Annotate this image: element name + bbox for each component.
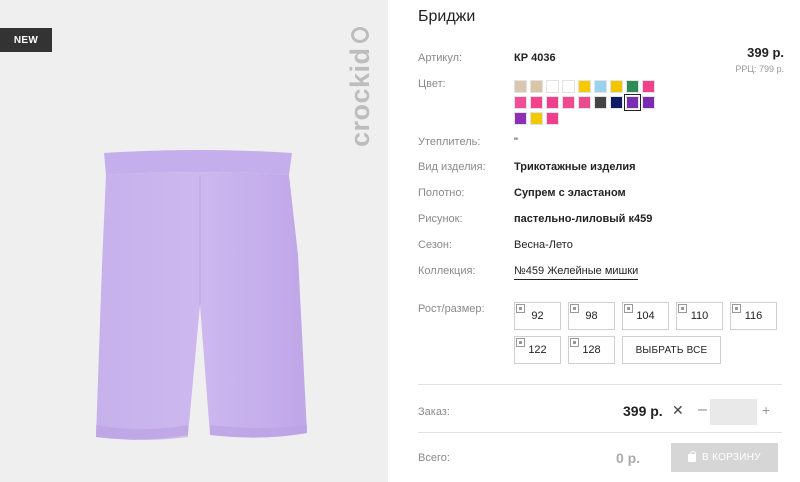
product-price: 399 р. — [747, 45, 784, 60]
size-label: 98 — [585, 310, 598, 322]
color-swatch[interactable] — [546, 112, 559, 125]
color-swatch[interactable] — [594, 96, 607, 109]
size-button[interactable]: 128 — [568, 336, 615, 364]
size-button[interactable]: 92 — [514, 302, 561, 330]
add-to-cart-button[interactable]: В КОРЗИНУ — [671, 443, 778, 472]
color-swatches — [514, 80, 664, 125]
product-photo[interactable]: NEW crockid — [0, 0, 388, 482]
brand-ring-icon — [351, 27, 369, 44]
divider — [418, 432, 782, 433]
color-swatch[interactable] — [562, 96, 575, 109]
attribute-label: Вид изделия: — [418, 161, 486, 173]
brand-text: crockid — [344, 47, 375, 147]
size-label: 116 — [744, 310, 763, 322]
checkbox-icon — [678, 304, 687, 313]
color-swatch[interactable] — [578, 96, 591, 109]
size-button[interactable]: 104 — [622, 302, 669, 330]
color-swatch[interactable] — [546, 96, 559, 109]
size-label: Рост/размер: — [418, 303, 485, 315]
total-price: 0 р. — [616, 450, 641, 466]
brand-watermark: crockid — [345, 27, 375, 147]
attribute-label: Утеплитель: — [418, 136, 481, 148]
color-swatch[interactable] — [642, 80, 655, 93]
new-badge: NEW — [0, 28, 52, 52]
size-button[interactable]: 116 — [730, 302, 777, 330]
checkbox-icon — [624, 304, 633, 313]
order-price: 399 р. — [623, 403, 663, 419]
attribute-value: Трикотажные изделия — [514, 161, 636, 173]
size-button[interactable]: 98 — [568, 302, 615, 330]
sku-label: Артикул: — [418, 52, 463, 64]
attribute-value: Супрем с эластаном — [514, 187, 626, 199]
add-to-cart-label: В КОРЗИНУ — [702, 452, 761, 463]
color-swatch[interactable] — [578, 80, 591, 93]
size-label: 110 — [690, 310, 709, 322]
size-button[interactable]: 110 — [676, 302, 723, 330]
color-swatch[interactable] — [514, 96, 527, 109]
attribute-value: " — [514, 136, 518, 148]
pants-image — [96, 150, 307, 440]
attribute-value: пастельно-лиловый к459 — [514, 213, 653, 225]
color-swatch[interactable] — [514, 112, 527, 125]
shopping-bag-icon — [688, 450, 697, 462]
color-swatch[interactable] — [530, 112, 543, 125]
color-swatch[interactable] — [610, 96, 623, 109]
color-swatch[interactable] — [642, 96, 655, 109]
color-swatch[interactable] — [530, 96, 543, 109]
product-title: Бриджи — [418, 8, 476, 25]
color-swatch[interactable] — [624, 94, 641, 111]
color-label: Цвет: — [418, 78, 446, 90]
attribute-label: Рисунок: — [418, 213, 463, 225]
total-label: Всего: — [418, 452, 450, 464]
attribute-label: Сезон: — [418, 239, 452, 251]
color-swatch[interactable] — [546, 80, 559, 93]
sku-value: КР 4036 — [514, 52, 556, 64]
color-swatch[interactable] — [514, 80, 527, 93]
size-label: 92 — [531, 310, 544, 322]
checkbox-icon — [570, 304, 579, 313]
increase-quantity-button[interactable]: + — [762, 402, 770, 418]
color-swatch[interactable] — [562, 80, 575, 93]
quantity-input[interactable] — [710, 399, 757, 425]
decrease-quantity-button[interactable]: – — [698, 401, 707, 419]
color-swatch[interactable] — [626, 80, 639, 93]
size-button[interactable]: 122 — [514, 336, 561, 364]
collection-link[interactable]: №459 Желейные мишки — [514, 265, 639, 280]
attribute-label: Полотно: — [418, 187, 465, 199]
checkbox-icon — [516, 304, 525, 313]
recommended-price: РРЦ: 799 р. — [735, 64, 784, 74]
attribute-value: Весна-Лето — [514, 239, 573, 251]
collection-link-text[interactable]: №459 Желейные мишки — [514, 265, 639, 280]
checkbox-icon — [516, 338, 525, 347]
remove-icon[interactable]: ✕ — [672, 402, 684, 419]
checkbox-icon — [732, 304, 741, 313]
checkbox-icon — [570, 338, 579, 347]
size-label: 128 — [582, 344, 601, 356]
size-label: 122 — [528, 344, 547, 356]
order-label: Заказ: — [418, 406, 450, 418]
color-swatch[interactable] — [610, 80, 623, 93]
select-all-sizes-button[interactable]: ВЫБРАТЬ ВСЕ — [622, 336, 721, 364]
attribute-label: Коллекция: — [418, 265, 476, 277]
divider — [418, 384, 782, 385]
size-label: 104 — [636, 310, 655, 322]
color-swatch[interactable] — [594, 80, 607, 93]
color-swatch[interactable] — [530, 80, 543, 93]
